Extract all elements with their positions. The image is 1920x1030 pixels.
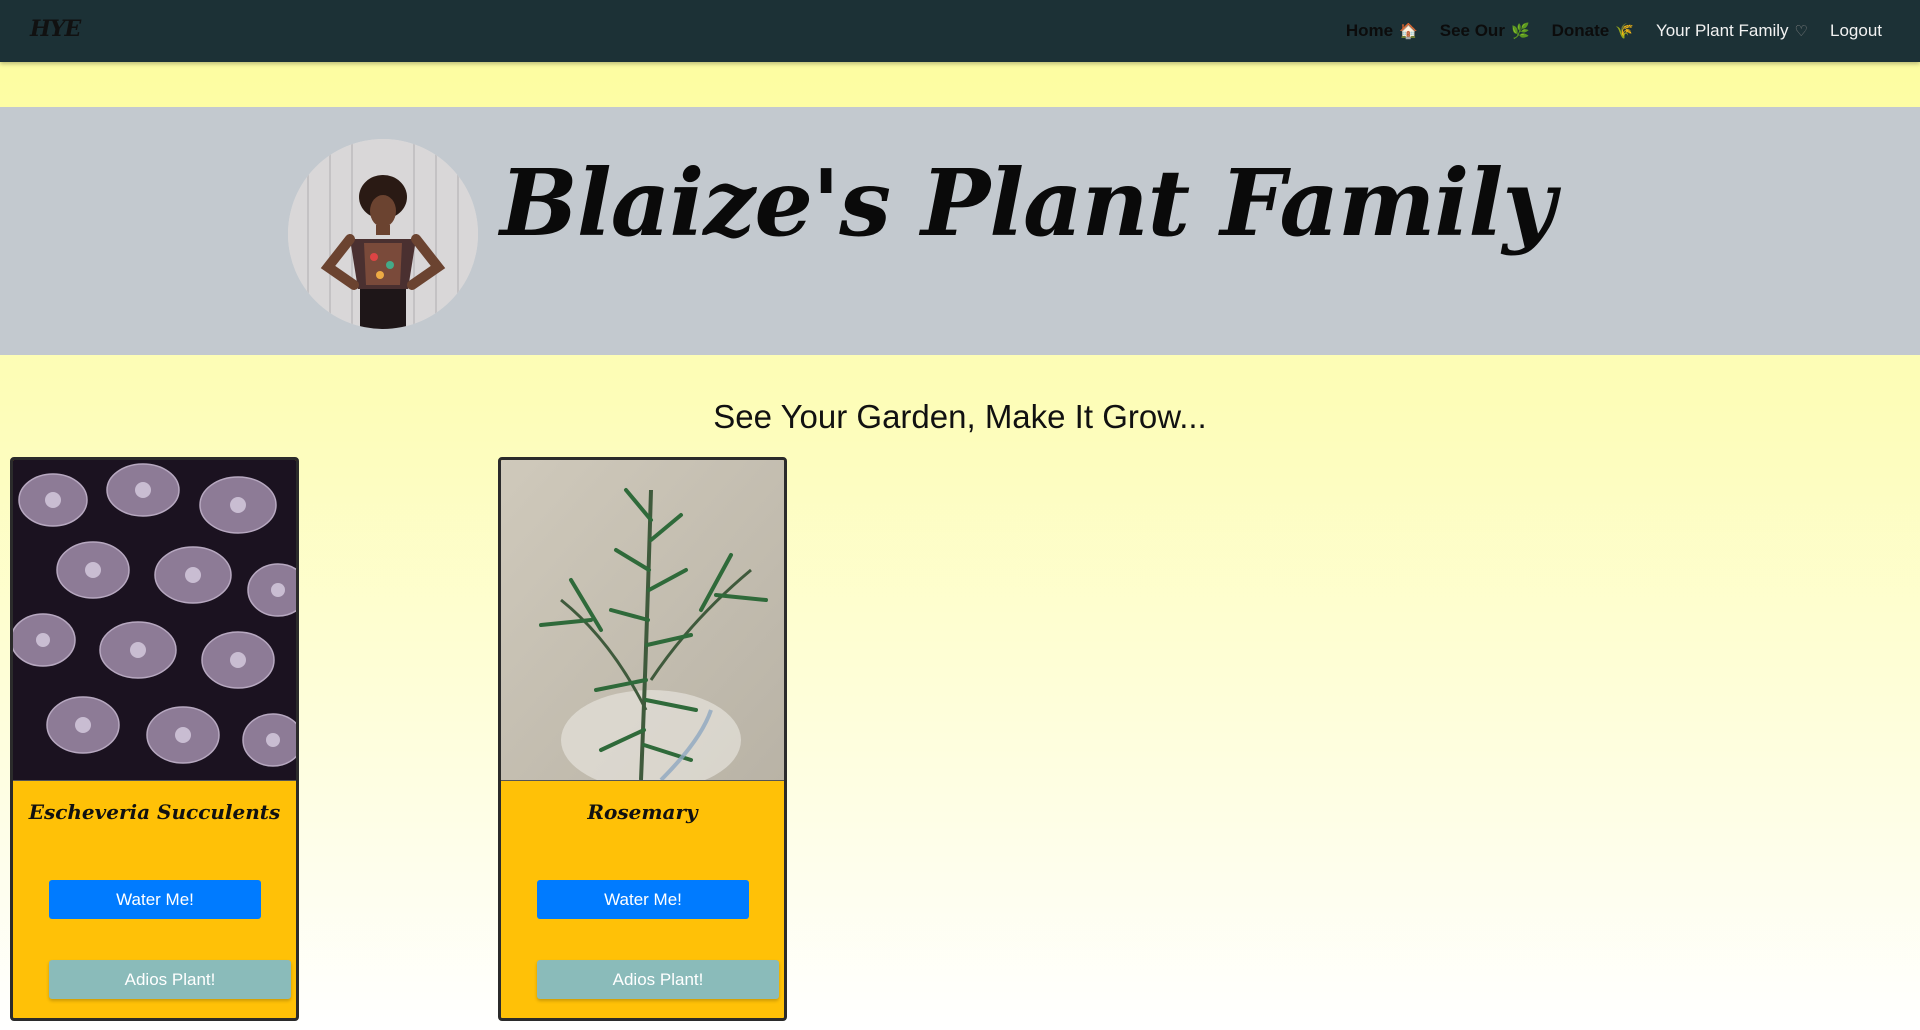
nav-logout-label: Logout xyxy=(1830,21,1882,40)
navbar: HYE Home 🏠 See Our 🌿 Donate 🌾 Your Plant… xyxy=(0,0,1920,62)
nav-plant-family-link[interactable]: Your Plant Family ♡ xyxy=(1656,21,1808,41)
nav-see-our-label: See Our xyxy=(1439,21,1505,40)
avatar xyxy=(288,139,478,329)
nav-links: Home 🏠 See Our 🌿 Donate 🌾 Your Plant Fam… xyxy=(1346,0,1882,62)
nav-donate-label: Donate xyxy=(1551,21,1610,40)
garden-subtitle: See Your Garden, Make It Grow... xyxy=(713,398,1207,435)
nav-logout-link[interactable]: Logout xyxy=(1830,21,1882,41)
seedling-icon: 🌾 xyxy=(1615,23,1634,40)
plant-image-rosemary xyxy=(501,460,784,781)
plant-card: Escheveria Succulents Water Me! Adios Pl… xyxy=(10,457,299,1021)
profile-banner: Blaize's Plant Family xyxy=(0,107,1920,355)
water-button[interactable]: Water Me! xyxy=(49,880,261,919)
water-button[interactable]: Water Me! xyxy=(537,880,749,919)
nav-donate-link[interactable]: Donate 🌾 xyxy=(1552,21,1634,41)
nav-plant-family-label: Your Plant Family xyxy=(1655,21,1789,40)
profile-photo xyxy=(288,139,478,329)
page-title: Blaize's Plant Family xyxy=(500,149,1556,257)
nav-home-link[interactable]: Home 🏠 xyxy=(1346,21,1418,41)
plant-card: Rosemary Water Me! Adios Plant! xyxy=(498,457,787,1021)
nav-see-our-link[interactable]: See Our 🌿 xyxy=(1440,21,1530,41)
heart-icon: ♡ xyxy=(1794,23,1808,40)
remove-plant-button[interactable]: Adios Plant! xyxy=(49,960,291,999)
brand-logo[interactable]: HYE xyxy=(30,16,81,42)
plant-image-succulents xyxy=(13,460,296,781)
plant-name: Rosemary xyxy=(587,800,698,824)
nav-home-label: Home xyxy=(1345,21,1394,40)
house-icon: 🏠 xyxy=(1399,23,1418,40)
plant-name: Escheveria Succulents xyxy=(28,800,281,824)
leaf-icon: 🌿 xyxy=(1510,23,1530,40)
remove-plant-button[interactable]: Adios Plant! xyxy=(537,960,779,999)
